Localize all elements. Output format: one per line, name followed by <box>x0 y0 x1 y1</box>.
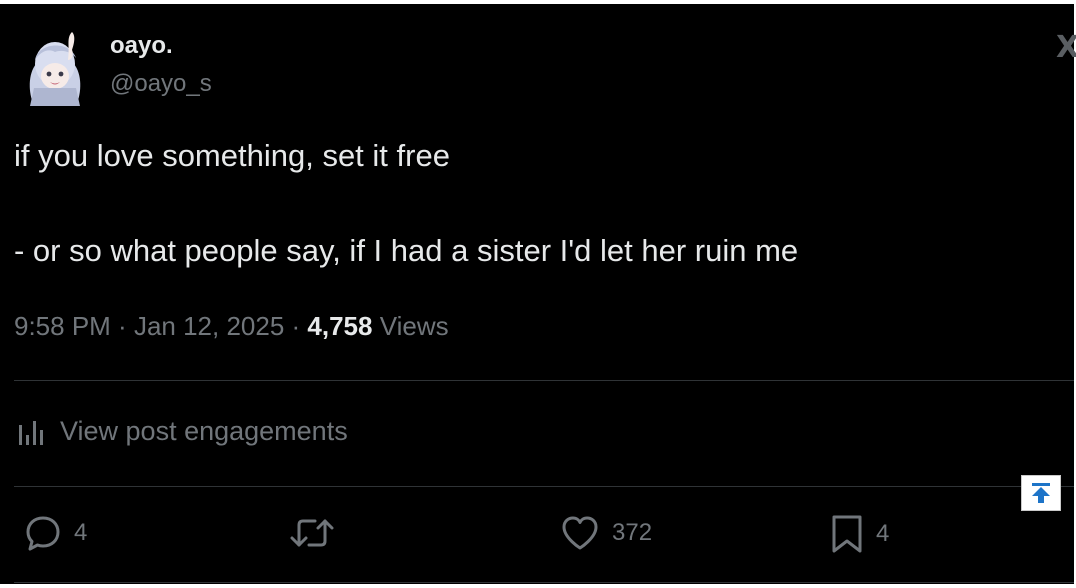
view-engagements-label: View post engagements <box>60 416 348 446</box>
like-count: 372 <box>612 519 653 546</box>
meta-separator: · <box>284 311 308 341</box>
post-date[interactable]: Jan 12, 2025 <box>134 311 284 341</box>
heart-icon <box>562 516 598 550</box>
like-button[interactable]: 372 <box>560 514 652 552</box>
divider <box>14 582 1074 583</box>
divider <box>14 380 1074 381</box>
reply-button[interactable]: 4 <box>24 514 87 552</box>
post-meta: 9:58 PM · Jan 12, 2025 · 4,758 Views <box>14 311 449 342</box>
bookmark-icon <box>832 515 862 553</box>
post-time[interactable]: 9:58 PM <box>14 311 111 341</box>
views-label: Views <box>372 311 449 341</box>
reply-icon <box>26 516 60 551</box>
arrow-up-icon <box>1032 483 1050 503</box>
post-card: oayo. @oayo_s X if you love something, s… <box>0 4 1076 584</box>
repost-button[interactable] <box>288 514 348 552</box>
repost-icon <box>290 519 334 547</box>
post-text-line: - or so what people say, if I had a sist… <box>14 233 799 268</box>
bar-chart-icon <box>19 420 43 445</box>
divider <box>14 486 1074 487</box>
x-logo-icon[interactable]: X <box>1056 30 1076 65</box>
handle[interactable]: @oayo_s <box>110 70 212 98</box>
avatar[interactable] <box>22 30 88 108</box>
bookmark-count: 4 <box>876 520 890 547</box>
post-text-line: if you love something, set it free <box>14 138 450 173</box>
view-engagements-link[interactable]: View post engagements <box>18 416 348 447</box>
views-count: 4,758 <box>307 311 373 341</box>
bookmark-button[interactable]: 4 <box>830 514 889 554</box>
reply-count: 4 <box>74 519 88 546</box>
scroll-to-top-button[interactable] <box>1021 475 1061 511</box>
meta-separator: · <box>110 311 134 341</box>
display-name[interactable]: oayo. <box>110 32 173 60</box>
